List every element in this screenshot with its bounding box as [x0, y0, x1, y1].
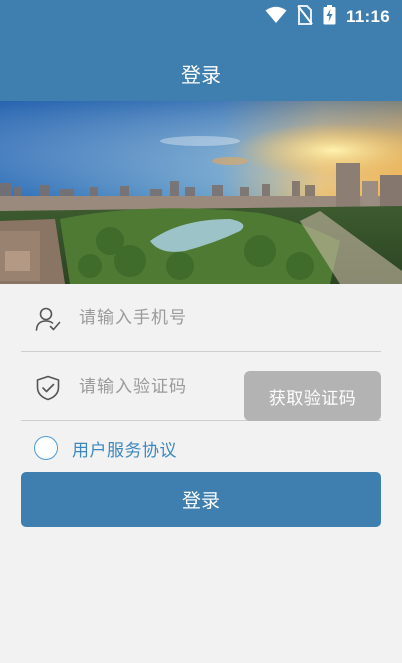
- status-bar: 11:16: [0, 0, 402, 35]
- login-button[interactable]: 登录: [21, 472, 381, 527]
- get-code-button[interactable]: 获取验证码: [244, 371, 381, 421]
- phone-input[interactable]: [79, 302, 244, 334]
- title-bar: 登录: [0, 35, 402, 101]
- page-title: 登录: [181, 63, 221, 87]
- shield-check-icon: [35, 375, 61, 401]
- banner-image: [0, 101, 402, 284]
- login-form: 获取验证码 用户服务协议 登录: [0, 284, 402, 663]
- code-row: 获取验证码: [21, 353, 381, 421]
- status-time: 11:16: [345, 7, 390, 26]
- wifi-icon: [265, 6, 287, 28]
- status-icons: 11:16: [265, 5, 390, 29]
- user-icon: [35, 306, 61, 332]
- agreement-link[interactable]: 用户服务协议: [72, 436, 177, 461]
- phone-row: [21, 284, 381, 352]
- battery-charging-icon: [323, 5, 336, 29]
- no-sim-icon: [297, 5, 313, 29]
- agreement-row[interactable]: 用户服务协议: [34, 435, 177, 461]
- agreement-radio[interactable]: [34, 436, 58, 460]
- code-input[interactable]: [79, 371, 244, 403]
